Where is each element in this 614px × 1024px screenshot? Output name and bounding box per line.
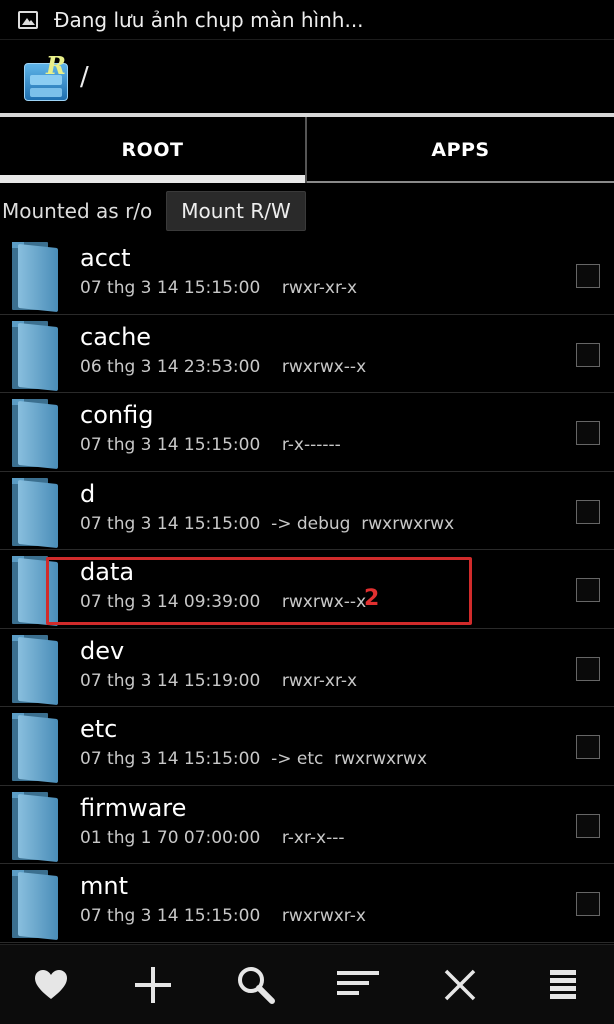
annotation-highlight-box: [46, 557, 472, 625]
file-row-config[interactable]: config 07 thg 3 14 15:15:00 r-x------: [0, 393, 614, 472]
action-bar: R /: [0, 41, 614, 113]
status-bar: Đang lưu ảnh chụp màn hình...: [0, 0, 614, 40]
heart-icon[interactable]: [21, 955, 81, 1015]
folder-icon: [12, 399, 62, 470]
folder-icon: [12, 477, 62, 548]
file-row-mnt[interactable]: mnt 07 thg 3 14 15:15:00 rwxrwxr-x: [0, 864, 614, 943]
file-row-cache[interactable]: cache 06 thg 3 14 23:53:00 rwxrwx--x: [0, 315, 614, 393]
root-explorer-logo-icon[interactable]: R: [24, 51, 68, 101]
file-meta: 07 thg 3 14 15:15:00 r-x------: [80, 435, 341, 455]
folder-icon: [12, 320, 62, 391]
select-checkbox[interactable]: [576, 813, 600, 838]
file-row-dev[interactable]: dev 07 thg 3 14 15:19:00 rwxr-xr-x: [0, 629, 614, 707]
tab-apps[interactable]: APPS: [307, 117, 614, 183]
notification-text: Đang lưu ảnh chụp màn hình...: [54, 7, 364, 32]
plus-icon[interactable]: [123, 955, 183, 1015]
file-row-d[interactable]: d 07 thg 3 14 15:15:00 -> debug rwxrwxrw…: [0, 472, 614, 550]
select-checkbox[interactable]: [576, 735, 600, 759]
mount-status: Mounted as r/o: [2, 199, 153, 223]
search-icon[interactable]: [226, 955, 286, 1015]
file-name: cache: [80, 322, 152, 351]
bottom-toolbar: [0, 944, 614, 1024]
folder-icon: [12, 791, 62, 862]
select-checkbox[interactable]: [576, 892, 600, 916]
folder-icon: [12, 870, 62, 941]
file-name: acct: [80, 244, 131, 272]
file-row-acct[interactable]: acct 07 thg 3 14 15:15:00 rwxr-xr-x: [0, 236, 614, 315]
mount-rw-button[interactable]: Mount R/W: [166, 191, 306, 231]
mount-bar: Mounted as r/o Mount R/W: [0, 190, 614, 232]
image-icon: [18, 10, 38, 29]
tab-root[interactable]: ROOT: [0, 117, 307, 183]
select-checkbox[interactable]: [576, 421, 600, 445]
select-checkbox[interactable]: [576, 578, 600, 602]
file-name: etc: [80, 715, 118, 743]
select-checkbox[interactable]: [576, 264, 600, 288]
file-meta: 07 thg 3 14 15:15:00 -> etc rwxrwxrwx: [80, 749, 428, 769]
file-name: dev: [80, 636, 125, 665]
file-row-etc[interactable]: etc 07 thg 3 14 15:15:00 -> etc rwxrwxrw…: [0, 707, 614, 786]
select-checkbox[interactable]: [576, 342, 600, 367]
file-meta: 07 thg 3 14 15:19:00 rwxr-xr-x: [80, 670, 358, 691]
file-name: mnt: [80, 872, 128, 900]
close-icon[interactable]: [430, 955, 490, 1015]
file-name: d: [80, 479, 96, 508]
file-name: config: [80, 401, 154, 429]
file-meta: 07 thg 3 14 15:15:00 rwxrwxr-x: [80, 906, 366, 926]
file-meta: 07 thg 3 14 15:15:00 rwxr-xr-x: [80, 278, 358, 298]
annotation-label: 2: [364, 586, 380, 611]
folder-icon: [12, 713, 62, 784]
current-path: /: [80, 62, 89, 92]
file-row-firmware[interactable]: firmware 01 thg 1 70 07:00:00 r-xr-x---: [0, 786, 614, 864]
tab-bar: ROOT APPS: [0, 117, 614, 183]
menu-icon[interactable]: [533, 955, 593, 1015]
folder-icon: [12, 242, 62, 313]
file-name: firmware: [80, 793, 187, 822]
select-checkbox[interactable]: [576, 656, 600, 681]
folder-icon: [12, 634, 62, 705]
select-checkbox[interactable]: [576, 499, 600, 524]
file-meta: 06 thg 3 14 23:53:00 rwxrwx--x: [80, 356, 367, 377]
sort-icon[interactable]: [328, 955, 388, 1015]
file-meta: 07 thg 3 14 15:15:00 -> debug rwxrwxrwx: [80, 513, 455, 534]
file-meta: 01 thg 1 70 07:00:00 r-xr-x---: [80, 827, 345, 848]
